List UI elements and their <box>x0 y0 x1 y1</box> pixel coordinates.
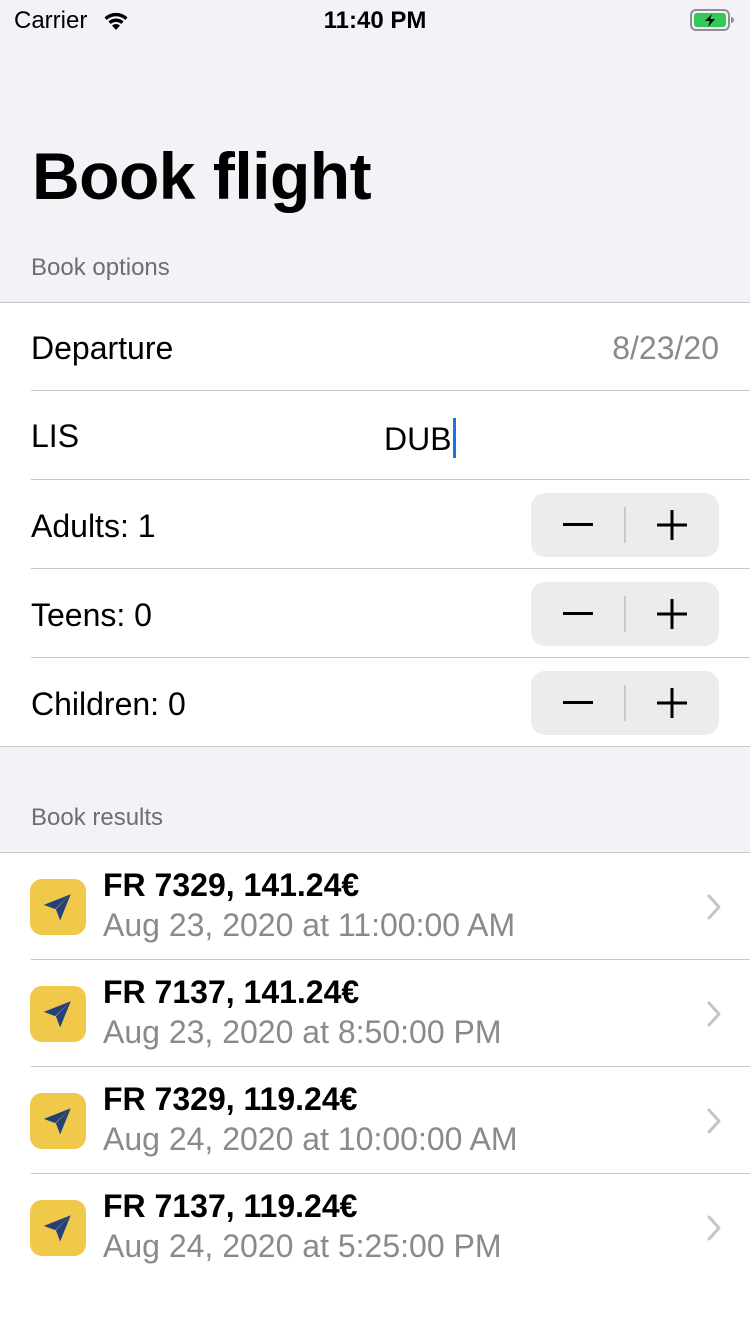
route-row: LIS DUB <box>0 391 750 480</box>
flight-badge <box>30 986 86 1042</box>
result-row[interactable]: FR 7329, 141.24€ Aug 23, 2020 at 11:00:0… <box>0 853 750 960</box>
result-row[interactable]: FR 7137, 119.24€ Aug 24, 2020 at 5:25:00… <box>0 1174 750 1281</box>
book-options-group: Departure 8/23/20 LIS DUB Adults: 1 Teen… <box>0 302 750 747</box>
paper-plane-icon <box>43 1108 71 1135</box>
paper-plane-icon <box>43 1001 71 1028</box>
section-header-options: Book options <box>31 254 170 281</box>
children-increment-button[interactable] <box>625 671 719 735</box>
departure-date-value[interactable]: 8/23/20 <box>612 330 719 367</box>
adults-increment-button[interactable] <box>625 493 719 557</box>
section-header-results: Book results <box>31 804 164 831</box>
flight-badge <box>30 879 86 935</box>
adults-decrement-button[interactable] <box>531 493 625 557</box>
flight-datetime: Aug 24, 2020 at 5:25:00 PM <box>103 1228 502 1264</box>
children-stepper <box>531 671 719 735</box>
flight-title: FR 7329, 119.24€ <box>103 1081 358 1117</box>
chevron-right-icon <box>707 1001 721 1027</box>
teens-decrement-button[interactable] <box>531 582 625 646</box>
status-time: 11:40 PM <box>323 7 427 34</box>
chevron-right-icon <box>707 1215 721 1241</box>
adults-label: Adults: 1 <box>31 508 156 544</box>
teens-increment-button[interactable] <box>625 582 719 646</box>
chevron-right-icon <box>707 894 721 920</box>
flight-datetime: Aug 24, 2020 at 10:00:00 AM <box>103 1121 518 1157</box>
flight-title: FR 7137, 141.24€ <box>103 974 360 1010</box>
adults-stepper <box>531 493 719 557</box>
chevron-right-icon <box>707 1108 721 1134</box>
battery-icon <box>690 9 734 31</box>
paper-plane-icon <box>43 894 71 921</box>
book-results-list: FR 7329, 141.24€ Aug 23, 2020 at 11:00:0… <box>0 852 750 1334</box>
children-decrement-button[interactable] <box>531 671 625 735</box>
plus-icon <box>657 599 687 629</box>
from-input[interactable]: LIS <box>31 418 79 455</box>
to-input-value: DUB <box>384 421 452 457</box>
page-title: Book flight <box>32 139 372 213</box>
adults-row: Adults: 1 <box>0 480 750 569</box>
minus-icon <box>563 612 593 615</box>
teens-stepper <box>531 582 719 646</box>
paper-plane-icon <box>43 1215 71 1242</box>
result-row[interactable]: FR 7329, 119.24€ Aug 24, 2020 at 10:00:0… <box>0 1067 750 1174</box>
result-row[interactable]: FR 7137, 141.24€ Aug 23, 2020 at 8:50:00… <box>0 960 750 1067</box>
flight-datetime: Aug 23, 2020 at 11:00:00 AM <box>103 907 516 943</box>
flight-badge <box>30 1093 86 1149</box>
teens-label: Teens: 0 <box>31 597 152 633</box>
status-bar: Carrier 11:40 PM <box>0 0 750 40</box>
text-caret <box>452 418 456 458</box>
minus-icon <box>563 701 593 704</box>
children-label: Children: 0 <box>31 686 186 722</box>
minus-icon <box>563 523 593 526</box>
to-input[interactable]: DUB <box>384 418 456 458</box>
plus-icon <box>657 688 687 718</box>
flight-datetime: Aug 23, 2020 at 8:50:00 PM <box>103 1014 502 1050</box>
departure-row[interactable]: Departure 8/23/20 <box>0 303 750 391</box>
plus-icon <box>657 510 687 540</box>
flight-badge <box>30 1200 86 1256</box>
flight-title: FR 7137, 119.24€ <box>103 1188 358 1224</box>
children-row: Children: 0 <box>0 658 750 747</box>
flight-title: FR 7329, 141.24€ <box>103 867 360 903</box>
departure-label: Departure <box>31 330 174 366</box>
teens-row: Teens: 0 <box>0 569 750 658</box>
